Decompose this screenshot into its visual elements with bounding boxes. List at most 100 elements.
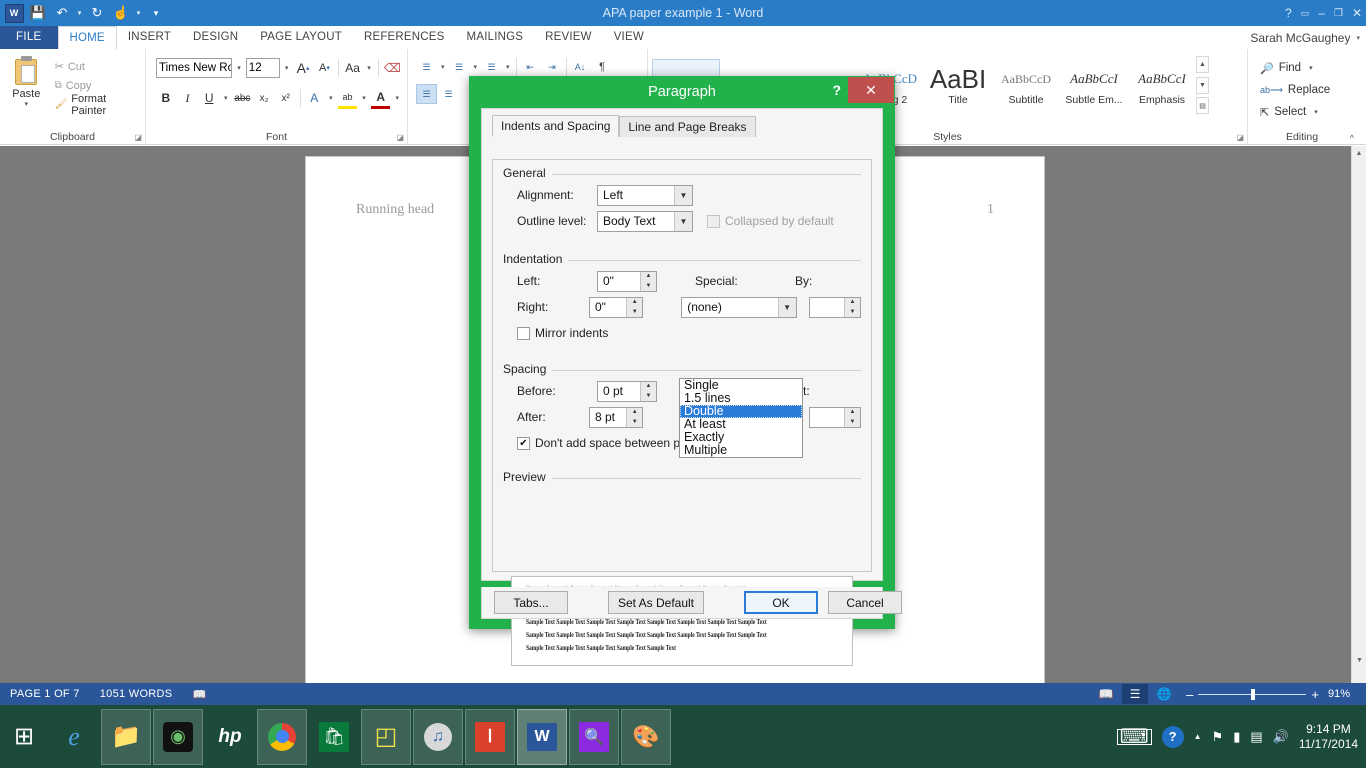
spacing-before-stepper[interactable]: 0 pt ▲▼: [597, 381, 657, 402]
proofing-icon[interactable]: 📖: [182, 688, 216, 701]
paragraph-dialog[interactable]: Paragraph ? ✕ Indents and Spacing Line a…: [469, 76, 895, 629]
zoom-level-label[interactable]: 91%: [1328, 688, 1358, 700]
font-dialog-launcher[interactable]: ◪: [396, 133, 404, 142]
taskbar-paint[interactable]: 🎨: [621, 709, 671, 765]
tab-references[interactable]: REFERENCES: [353, 26, 456, 49]
tab-design[interactable]: DESIGN: [182, 26, 249, 49]
spacing-after-stepper[interactable]: 8 pt ▲▼: [589, 407, 643, 428]
grow-font-icon[interactable]: A▴: [293, 58, 312, 79]
restore-icon[interactable]: ❐: [1334, 8, 1343, 19]
stepper-down-icon[interactable]: ▼: [845, 307, 860, 317]
superscript-icon[interactable]: x²: [276, 88, 296, 109]
chevron-down-icon[interactable]: ▼: [778, 298, 796, 317]
decrease-indent-icon[interactable]: ⇤: [520, 57, 541, 77]
numbering-dropdown-icon[interactable]: ▾: [471, 63, 481, 71]
minimize-icon[interactable]: –: [1318, 6, 1325, 20]
highlight-icon[interactable]: ab: [338, 88, 358, 109]
tab-insert[interactable]: INSERT: [117, 26, 182, 49]
scroll-up-icon[interactable]: ▲: [1352, 146, 1366, 161]
find-dropdown-icon[interactable]: ▾: [1306, 64, 1316, 72]
start-button[interactable]: ⊞: [0, 705, 48, 768]
taskbar-file-explorer[interactable]: 📁: [101, 709, 151, 765]
font-size-dropdown-icon[interactable]: ▾: [282, 64, 292, 72]
chevron-down-icon[interactable]: ▼: [674, 186, 692, 205]
help-icon[interactable]: ?: [1285, 6, 1292, 20]
zoom-thumb[interactable]: [1251, 689, 1255, 700]
volume-icon[interactable]: 🔊: [1273, 729, 1289, 745]
tab-home[interactable]: HOME: [58, 26, 117, 49]
tab-review[interactable]: REVIEW: [534, 26, 603, 49]
tabs-button[interactable]: Tabs...: [494, 591, 568, 614]
font-color-icon[interactable]: A: [371, 88, 391, 109]
stepper-buttons[interactable]: ▲▼: [626, 408, 642, 427]
by-stepper[interactable]: ▲▼: [809, 297, 861, 318]
ribbon-display-options-icon[interactable]: ▭: [1301, 8, 1310, 19]
dont-add-space-checkbox[interactable]: ✔ Don't add space between parag: [517, 436, 704, 450]
stepper-down-icon[interactable]: ▼: [845, 417, 860, 427]
text-effects-dropdown-icon[interactable]: ▾: [326, 94, 336, 102]
style-item-7[interactable]: AaBbCcI Emphasis: [1128, 59, 1196, 111]
user-name[interactable]: Sarah McGaughey: [1250, 31, 1350, 45]
show-formatting-marks-icon[interactable]: ¶: [592, 57, 613, 77]
paste-dropdown-icon[interactable]: ▾: [25, 100, 29, 108]
stepper-buttons[interactable]: ▲▼: [626, 298, 642, 317]
chevron-down-icon[interactable]: ▼: [674, 212, 692, 231]
styles-scroll-up-icon[interactable]: ▲: [1196, 56, 1209, 73]
styles-dialog-launcher[interactable]: ◪: [1236, 133, 1244, 142]
print-layout-icon[interactable]: ☰: [1122, 684, 1148, 704]
word-count-indicator[interactable]: 1051 WORDS: [90, 688, 183, 700]
keyboard-icon[interactable]: ⌨: [1117, 729, 1152, 745]
select-dropdown-icon[interactable]: ▾: [1311, 108, 1321, 116]
font-color-dropdown-icon[interactable]: ▾: [392, 94, 402, 102]
styles-more-icon[interactable]: ▤: [1196, 97, 1209, 114]
stepper-up-icon[interactable]: ▲: [641, 382, 656, 392]
clipboard-dialog-launcher[interactable]: ◪: [134, 133, 142, 142]
replace-button[interactable]: ab⟶ Replace: [1256, 79, 1351, 101]
line-spacing-dropdown-list[interactable]: Single 1.5 lines Double At least Exactly…: [679, 378, 803, 458]
special-select[interactable]: (none) ▼: [681, 297, 796, 318]
subscript-icon[interactable]: x₂: [254, 88, 274, 109]
highlight-dropdown-icon[interactable]: ▾: [359, 94, 369, 102]
zoom-slider[interactable]: – +: [1180, 687, 1325, 702]
change-case-icon[interactable]: Aa: [343, 58, 362, 79]
shrink-font-icon[interactable]: A▾: [315, 58, 334, 79]
flag-icon[interactable]: ⚑: [1212, 729, 1224, 745]
bullets-icon[interactable]: ☰: [416, 57, 437, 77]
alignment-select[interactable]: Left ▼: [597, 185, 693, 206]
outline-level-select[interactable]: Body Text ▼: [597, 211, 693, 232]
action-center-icon[interactable]: ?: [1162, 726, 1184, 748]
stepper-down-icon[interactable]: ▼: [641, 391, 656, 401]
dialog-close-icon[interactable]: ✕: [848, 77, 894, 103]
show-hidden-icons-icon[interactable]: ▲: [1194, 732, 1202, 741]
network-icon[interactable]: ▤: [1250, 729, 1262, 745]
stepper-up-icon[interactable]: ▲: [845, 298, 860, 308]
indent-left-stepper[interactable]: 0" ▲▼: [597, 271, 657, 292]
stepper-buttons[interactable]: ▲▼: [844, 408, 860, 427]
font-size-input[interactable]: 12: [246, 58, 280, 78]
tab-line-and-page-breaks[interactable]: Line and Page Breaks: [619, 116, 755, 137]
font-name-input[interactable]: Times New Ro: [156, 58, 232, 78]
stepper-down-icon[interactable]: ▼: [627, 417, 642, 427]
bullets-dropdown-icon[interactable]: ▾: [438, 63, 448, 71]
stepper-down-icon[interactable]: ▼: [641, 281, 656, 291]
tab-page-layout[interactable]: PAGE LAYOUT: [249, 26, 353, 49]
taskbar-sticky-notes[interactable]: ◰: [361, 709, 411, 765]
stepper-up-icon[interactable]: ▲: [627, 408, 642, 418]
scroll-down-icon[interactable]: ▼: [1352, 653, 1366, 668]
select-button[interactable]: ⇱ Select ▾: [1256, 101, 1351, 123]
increase-indent-icon[interactable]: ⇥: [542, 57, 563, 77]
format-painter-button[interactable]: 🖌 Format Painter: [52, 95, 140, 114]
cut-button[interactable]: ✂ Cut: [52, 57, 140, 76]
collapsed-by-default-checkbox[interactable]: Collapsed by default: [707, 214, 834, 228]
align-center-icon[interactable]: ☰: [438, 84, 459, 104]
stepper-buttons[interactable]: ▲▼: [640, 382, 656, 401]
read-mode-icon[interactable]: 📖: [1093, 684, 1119, 704]
cancel-button[interactable]: Cancel: [828, 591, 902, 614]
checkbox-box[interactable]: [517, 327, 530, 340]
collapse-ribbon-icon[interactable]: ^: [1350, 133, 1354, 143]
stepper-buttons[interactable]: ▲▼: [844, 298, 860, 317]
styles-scroll-down-icon[interactable]: ▼: [1196, 77, 1209, 94]
ok-button[interactable]: OK: [744, 591, 818, 614]
font-name-dropdown-icon[interactable]: ▾: [234, 64, 244, 72]
sort-icon[interactable]: A↓: [570, 57, 591, 77]
